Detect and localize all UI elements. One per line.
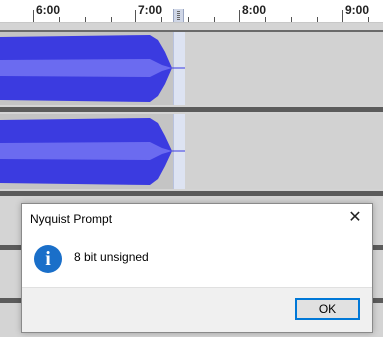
ok-button[interactable]: OK — [295, 298, 360, 320]
empty-track-area[interactable] — [185, 32, 383, 105]
ruler-tick — [317, 17, 318, 22]
track-separator — [0, 191, 383, 196]
waveform — [0, 118, 185, 185]
audio-track-right[interactable] — [0, 114, 383, 189]
waveform — [0, 35, 185, 102]
ruler-tick — [291, 17, 292, 22]
ruler-label-7: 7:00 — [138, 3, 163, 17]
ruler-tick — [135, 10, 136, 22]
ruler-tick — [265, 17, 266, 22]
ruler-tick — [33, 10, 34, 22]
ruler-tick — [368, 17, 369, 22]
ruler-tick — [59, 17, 60, 22]
ruler-tick — [239, 10, 240, 22]
dialog-footer: OK — [22, 287, 372, 332]
empty-track-area[interactable] — [185, 114, 383, 189]
info-icon: i — [34, 245, 62, 273]
ruler-label-9: 9:00 — [345, 3, 370, 17]
ruler-label-6: 6:00 — [36, 3, 61, 17]
dialog-title: Nyquist Prompt — [30, 212, 113, 226]
track-separator — [0, 107, 383, 112]
ruler-label-8: 8:00 — [242, 3, 267, 17]
ruler-tick — [342, 10, 343, 22]
close-icon: ✕ — [348, 209, 362, 226]
audio-track-left[interactable] — [0, 32, 383, 105]
nyquist-prompt-dialog: Nyquist Prompt ✕ i 8 bit unsigned OK — [21, 203, 373, 333]
playhead-handle[interactable] — [173, 9, 184, 22]
close-button[interactable]: ✕ — [342, 206, 368, 230]
timeline-ruler[interactable]: 6:00 7:00 8:00 9:00 — [0, 0, 383, 23]
ruler-tick — [85, 17, 86, 22]
ruler-tick — [214, 17, 215, 22]
dialog-message: 8 bit unsigned — [74, 250, 149, 264]
ruler-tick — [188, 17, 189, 22]
ruler-tick — [161, 17, 162, 22]
ruler-tick — [111, 17, 112, 22]
